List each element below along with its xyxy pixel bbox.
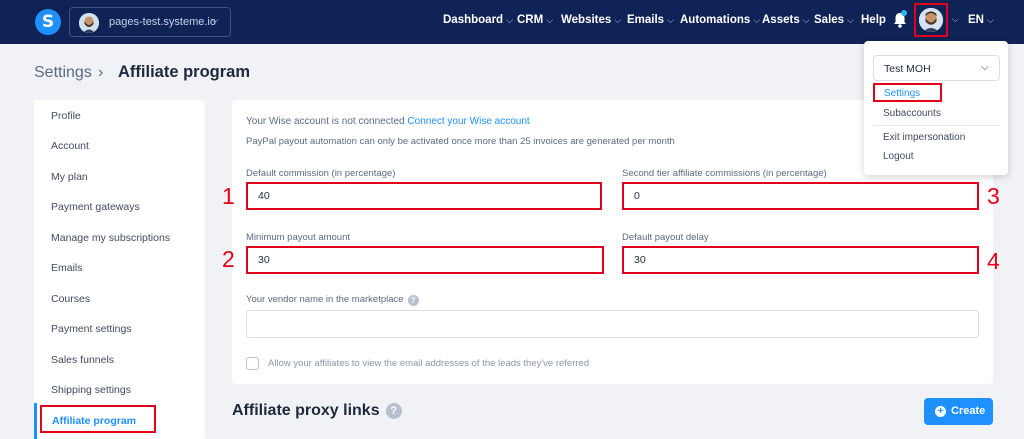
- active-indicator: [34, 403, 37, 439]
- sidebar-item-affiliate-program[interactable]: Affiliate program: [40, 405, 156, 433]
- site-domain: pages-test.systeme.io: [109, 16, 216, 28]
- top-navbar: S pages-test.systeme.io ⌵ Dashboard ⌵ CRM…: [0, 0, 1024, 44]
- second-tier-label: Second tier affiliate commissions (in pe…: [622, 168, 827, 179]
- chevron-down-icon: ⌵: [753, 15, 761, 25]
- sidebar-item-shipping-settings[interactable]: Shipping settings: [51, 384, 131, 396]
- nav-crm[interactable]: CRM ⌵: [517, 14, 553, 26]
- default-commission-label: Default commission (in percentage): [246, 168, 396, 179]
- language-selector[interactable]: EN ⌵: [968, 14, 994, 26]
- plus-icon: +: [935, 406, 946, 417]
- chevron-down-icon: ⌵: [981, 62, 989, 73]
- user-menu-button[interactable]: [914, 3, 948, 37]
- nav-help[interactable]: Help: [861, 14, 886, 26]
- menu-item-settings[interactable]: Settings: [873, 83, 942, 102]
- chevron-down-icon: ⌵: [506, 15, 513, 25]
- proxy-links-title: Affiliate proxy links?: [232, 402, 402, 420]
- allow-emails-label: Allow your affiliates to view the email …: [268, 358, 590, 369]
- sidebar-item-courses[interactable]: Courses: [51, 293, 90, 305]
- wise-notice: Your Wise account is not connected Conne…: [246, 116, 530, 127]
- create-button[interactable]: + Create: [924, 398, 993, 425]
- sidebar-item-payment-gateways[interactable]: Payment gateways: [51, 201, 140, 213]
- allow-emails-checkbox[interactable]: [246, 357, 259, 370]
- nav-dashboard[interactable]: Dashboard ⌵: [443, 14, 513, 26]
- payout-delay-input[interactable]: [622, 246, 979, 274]
- create-label: Create: [951, 405, 986, 417]
- site-selector[interactable]: pages-test.systeme.io ⌵: [69, 7, 231, 37]
- chevron-down-icon: ⌵: [986, 15, 994, 25]
- nav-assets[interactable]: Assets ⌵: [762, 14, 810, 26]
- sidebar-item-subscriptions[interactable]: Manage my subscriptions: [51, 232, 170, 244]
- chevron-down-icon[interactable]: ⌵: [952, 14, 959, 25]
- menu-item-exit-impersonation[interactable]: Exit impersonation: [883, 132, 965, 143]
- sidebar-item-payment-settings[interactable]: Payment settings: [51, 323, 132, 335]
- account-selector[interactable]: Test MOH ⌵: [873, 55, 1000, 81]
- help-icon[interactable]: ?: [385, 403, 402, 419]
- sidebar-item-my-plan[interactable]: My plan: [51, 171, 88, 183]
- default-commission-input[interactable]: [246, 182, 602, 210]
- vendor-name-label: Your vendor name in the marketplace?: [246, 294, 419, 306]
- settings-sidebar: Profile Account My plan Payment gateways…: [34, 100, 205, 439]
- vendor-name-input[interactable]: [246, 310, 979, 338]
- chevron-down-icon: ⌵: [614, 15, 622, 25]
- connect-wise-link[interactable]: Connect your Wise account: [407, 116, 529, 127]
- user-dropdown-menu: Test MOH ⌵ Settings Subaccounts Exit imp…: [864, 41, 1008, 175]
- sidebar-item-profile[interactable]: Profile: [51, 110, 81, 122]
- chevron-down-icon: ⌵: [847, 15, 854, 25]
- page-title: Affiliate program: [118, 63, 251, 81]
- nav-automations[interactable]: Automations ⌵: [680, 14, 760, 26]
- annotation-number: 1: [222, 183, 235, 209]
- nav-emails[interactable]: Emails ⌵: [627, 14, 674, 26]
- sidebar-item-emails[interactable]: Emails: [51, 262, 83, 274]
- chevron-down-icon: ⌵: [546, 15, 554, 25]
- sidebar-item-label: Affiliate program: [52, 415, 137, 427]
- menu-item-subaccounts[interactable]: Subaccounts: [883, 108, 941, 119]
- chevron-down-icon: ⌵: [802, 15, 810, 25]
- account-name: Test MOH: [884, 63, 931, 75]
- sidebar-item-sales-funnels[interactable]: Sales funnels: [51, 354, 114, 366]
- annotation-number: 3: [987, 183, 1000, 209]
- menu-item-logout[interactable]: Logout: [883, 151, 914, 162]
- site-avatar: [79, 13, 99, 33]
- min-payout-input[interactable]: [246, 246, 604, 274]
- annotation-number: 2: [222, 246, 235, 272]
- help-icon[interactable]: ?: [407, 295, 419, 306]
- menu-divider: [873, 125, 1000, 126]
- notification-dot: [901, 10, 907, 16]
- paypal-notice: PayPal payout automation can only be act…: [246, 136, 675, 147]
- breadcrumb-separator: ›: [98, 64, 104, 81]
- breadcrumb-settings[interactable]: Settings: [34, 64, 92, 82]
- nav-websites[interactable]: Websites ⌵: [561, 14, 621, 26]
- sidebar-item-account[interactable]: Account: [51, 140, 89, 152]
- nav-sales[interactable]: Sales ⌵: [814, 14, 854, 26]
- annotation-number: 4: [987, 248, 1000, 274]
- chevron-down-icon: ⌵: [211, 15, 219, 26]
- payout-delay-label: Default payout delay: [622, 232, 709, 243]
- avatar: [919, 8, 943, 32]
- systeme-logo[interactable]: S: [35, 9, 61, 35]
- second-tier-input[interactable]: [622, 182, 979, 210]
- menu-item-label: Settings: [884, 88, 921, 99]
- chevron-down-icon: ⌵: [667, 15, 674, 25]
- min-payout-label: Minimum payout amount: [246, 232, 351, 243]
